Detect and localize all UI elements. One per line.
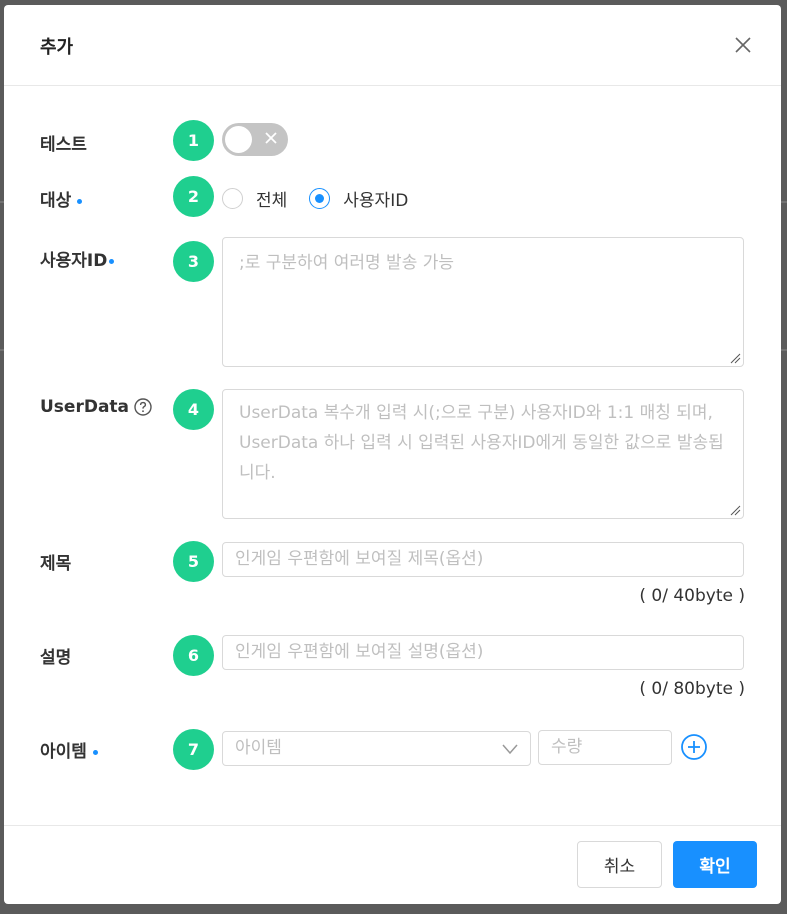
subject-input[interactable]: 인게임 우편함에 보여질 제목(옵션) bbox=[222, 542, 744, 577]
description-input[interactable]: 인게임 우편함에 보여질 설명(옵션) bbox=[222, 635, 744, 670]
item-label: 아이템 bbox=[40, 737, 98, 762]
user-id-label: 사용자ID bbox=[40, 246, 115, 271]
subject-placeholder: 인게임 우편함에 보여질 제목(옵션) bbox=[235, 549, 484, 569]
target-radio-group: 전체 사용자ID bbox=[222, 186, 430, 211]
user-id-label-text: 사용자ID bbox=[40, 251, 108, 271]
question-circle-icon[interactable] bbox=[133, 397, 153, 417]
user-data-placeholder: UserData 복수개 입력 시(;으로 구분) 사용자ID와 1:1 매칭 … bbox=[239, 403, 724, 483]
test-toggle[interactable] bbox=[222, 123, 288, 156]
description-byte-counter: ( 0/ 80byte ) bbox=[639, 679, 745, 699]
toggle-knob bbox=[225, 126, 252, 153]
step-badge-4: 4 bbox=[173, 389, 214, 430]
subject-byte-counter: ( 0/ 40byte ) bbox=[639, 586, 745, 606]
step-badge-7: 7 bbox=[173, 729, 214, 770]
user-id-textarea[interactable]: ;로 구분하여 여러명 발송 가능 bbox=[222, 237, 744, 367]
radio-all[interactable]: 전체 bbox=[222, 186, 287, 211]
quantity-placeholder: 수량 bbox=[551, 737, 583, 757]
step-badge-3: 3 bbox=[173, 241, 214, 282]
item-label-text: 아이템 bbox=[40, 742, 87, 762]
resize-grip-icon[interactable] bbox=[729, 504, 741, 516]
user-data-label: UserData bbox=[40, 397, 153, 417]
dialog-footer: 취소 확인 bbox=[4, 825, 781, 905]
radio-circle bbox=[222, 188, 243, 209]
radio-circle-checked bbox=[309, 188, 331, 209]
target-label: 대상 bbox=[40, 186, 83, 211]
step-badge-5: 5 bbox=[173, 541, 214, 582]
required-dot bbox=[92, 749, 98, 755]
subject-label: 제목 bbox=[40, 554, 72, 574]
target-label-text: 대상 bbox=[40, 191, 72, 211]
step-badge-1: 1 bbox=[173, 120, 214, 161]
close-icon bbox=[265, 132, 277, 144]
close-icon[interactable] bbox=[731, 33, 755, 57]
confirm-button[interactable]: 확인 bbox=[673, 841, 757, 888]
test-label: 테스트 bbox=[40, 135, 87, 155]
required-dot bbox=[109, 258, 115, 264]
step-badge-6: 6 bbox=[173, 635, 214, 676]
dialog-title: 추가 bbox=[40, 37, 74, 58]
quantity-input[interactable]: 수량 bbox=[538, 730, 672, 765]
user-data-textarea[interactable]: UserData 복수개 입력 시(;으로 구분) 사용자ID와 1:1 매칭 … bbox=[222, 389, 744, 519]
radio-all-label: 전체 bbox=[256, 191, 288, 211]
resize-grip-icon[interactable] bbox=[729, 352, 741, 364]
item-select[interactable]: 아이템 bbox=[222, 731, 531, 766]
user-data-label-text: UserData bbox=[40, 397, 130, 417]
radio-user-id-label: 사용자ID bbox=[343, 191, 409, 211]
chevron-down-icon bbox=[502, 744, 518, 755]
item-select-placeholder: 아이템 bbox=[235, 738, 282, 758]
add-dialog: 추가 테스트 1 대상 2 전체 사용자ID 사용자ID 3 ;로 구분하여 여… bbox=[4, 5, 781, 904]
cancel-button[interactable]: 취소 bbox=[577, 841, 662, 888]
user-id-placeholder: ;로 구분하여 여러명 발송 가능 bbox=[239, 253, 455, 273]
dialog-header: 추가 bbox=[4, 5, 781, 86]
radio-user-id[interactable]: 사용자ID bbox=[309, 186, 408, 211]
description-placeholder: 인게임 우편함에 보여질 설명(옵션) bbox=[235, 642, 484, 662]
plus-circle-icon[interactable] bbox=[680, 733, 708, 761]
required-dot bbox=[77, 198, 83, 204]
description-label: 설명 bbox=[40, 648, 72, 668]
step-badge-2: 2 bbox=[173, 176, 214, 217]
